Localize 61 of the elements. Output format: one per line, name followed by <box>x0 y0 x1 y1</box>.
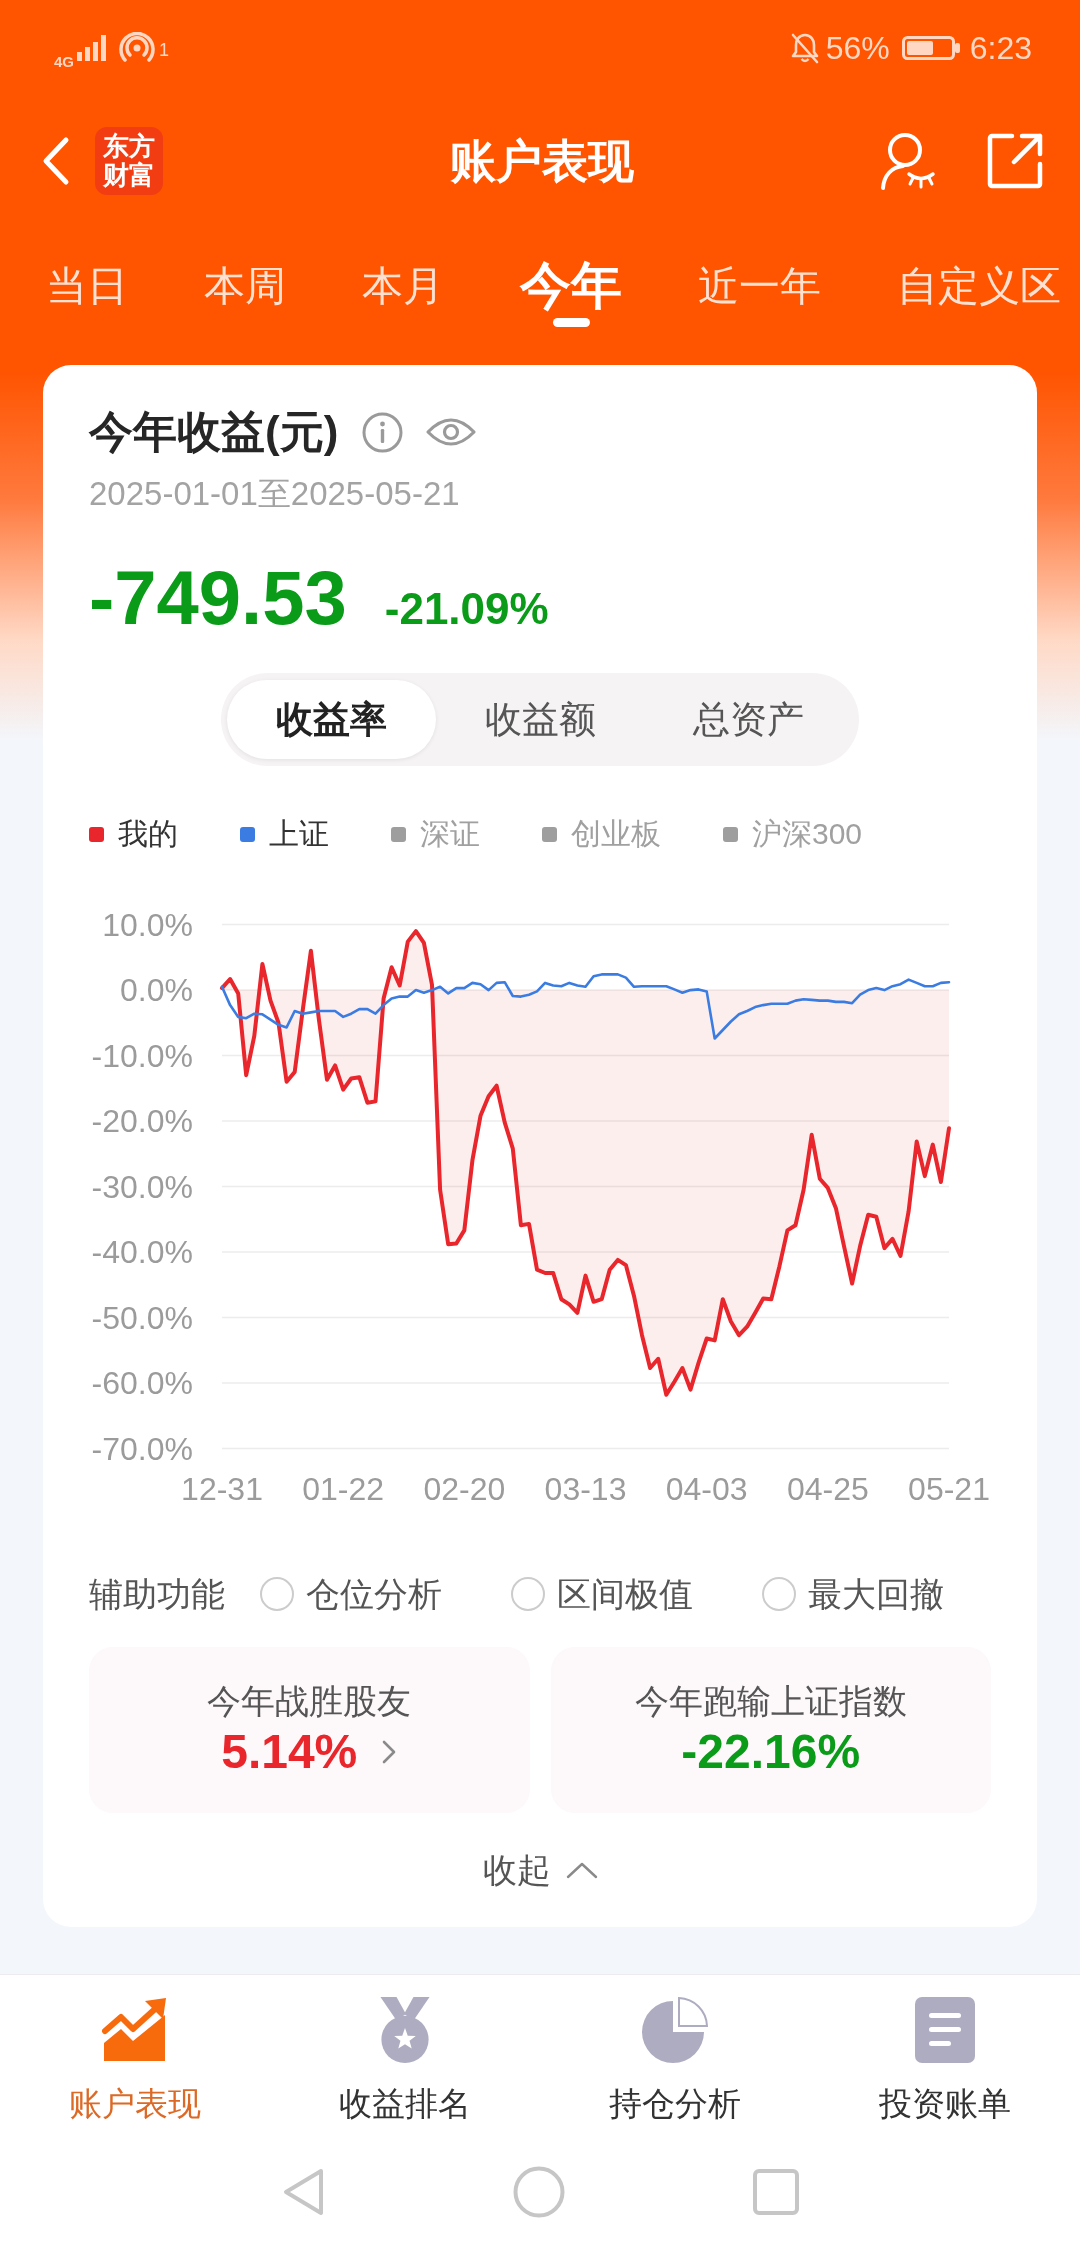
card-title: 今年收益(元) <box>89 406 339 458</box>
nav-back-icon[interactable] <box>281 2167 325 2217</box>
bell-off-icon <box>789 32 820 64</box>
stat-label: 今年战胜股友 <box>207 1681 412 1722</box>
battery-percent: 56% <box>825 29 890 68</box>
radio-option[interactable]: 仓位分析 <box>260 1572 442 1616</box>
y-axis-label: -40.0% <box>91 1234 193 1271</box>
y-axis-label: -20.0% <box>91 1103 193 1140</box>
signal-icon <box>77 35 107 61</box>
segment-tab[interactable]: 收益率 <box>227 680 436 759</box>
x-axis-label: 04-25 <box>786 1471 869 1507</box>
clock-time: 6:23 <box>969 29 1032 68</box>
app-logo: 东方财富 <box>95 127 163 195</box>
battery-icon <box>901 36 960 60</box>
aux-label: 辅助功能 <box>89 1574 225 1615</box>
eye-icon[interactable] <box>425 415 478 449</box>
nav-tab[interactable]: 收益排名 <box>270 1975 540 2140</box>
segment-tab[interactable]: 总资产 <box>644 680 853 759</box>
date-range: 2025-01-01至2025-05-21 <box>89 474 460 514</box>
collapse-button[interactable]: 收起 <box>482 1848 598 1892</box>
document-icon <box>914 1996 976 2064</box>
segment-tab[interactable]: 收益额 <box>435 680 645 759</box>
tab-indicator <box>552 318 590 327</box>
nav-tab[interactable]: 持仓分析 <box>540 1975 810 2140</box>
nav-home-icon[interactable] <box>513 2166 565 2218</box>
y-axis-label: -50.0% <box>91 1299 193 1336</box>
stat-value: 5.14% <box>221 1724 358 1780</box>
profit-amount: -749.53 <box>89 554 347 642</box>
hotspot-count: 1 <box>159 40 170 60</box>
x-axis-label: 05-21 <box>908 1471 990 1507</box>
nav-recents-icon[interactable] <box>753 2169 799 2215</box>
person-icon[interactable] <box>879 131 937 191</box>
pie-chart-icon <box>641 1996 709 2064</box>
legend-item[interactable]: 我的 <box>89 814 178 854</box>
y-axis-label: 10.0% <box>102 906 193 943</box>
x-axis-label: 04-03 <box>665 1471 748 1507</box>
y-axis-label: -70.0% <box>91 1430 193 1467</box>
radio-option[interactable]: 最大回撤 <box>762 1572 944 1616</box>
stat-value: -22.16% <box>681 1724 861 1780</box>
stat-card[interactable]: 今年战胜股友 5.14% <box>89 1647 530 1813</box>
nav-tab[interactable]: 投资账单 <box>810 1975 1080 2140</box>
share-icon[interactable] <box>986 132 1044 190</box>
network-type-label: 4G <box>54 54 74 70</box>
x-axis-label: 03-13 <box>544 1471 627 1507</box>
y-axis-label: -30.0% <box>91 1168 193 1205</box>
hotspot-icon <box>119 32 155 64</box>
profit-rate: -21.09% <box>384 583 549 635</box>
y-axis-label: -60.0% <box>91 1365 193 1401</box>
info-icon[interactable] <box>362 411 404 453</box>
y-axis-label: -10.0% <box>91 1037 193 1074</box>
radio-option[interactable]: 区间极值 <box>511 1572 693 1616</box>
stat-label: 今年跑输上证指数 <box>634 1681 907 1722</box>
x-axis-label: 01-22 <box>302 1471 385 1507</box>
nav-tab[interactable]: 账户表现 <box>0 1975 270 2140</box>
trend-chart-icon <box>101 1996 169 2064</box>
y-axis-label: 0.0% <box>120 972 193 1009</box>
x-axis-label: 12-31 <box>181 1471 263 1507</box>
legend-item[interactable]: 上证 <box>240 814 329 854</box>
page-title: 账户表现 <box>450 134 634 189</box>
x-axis-label: 02-20 <box>423 1471 506 1507</box>
chevron-up-icon <box>565 1861 598 1879</box>
